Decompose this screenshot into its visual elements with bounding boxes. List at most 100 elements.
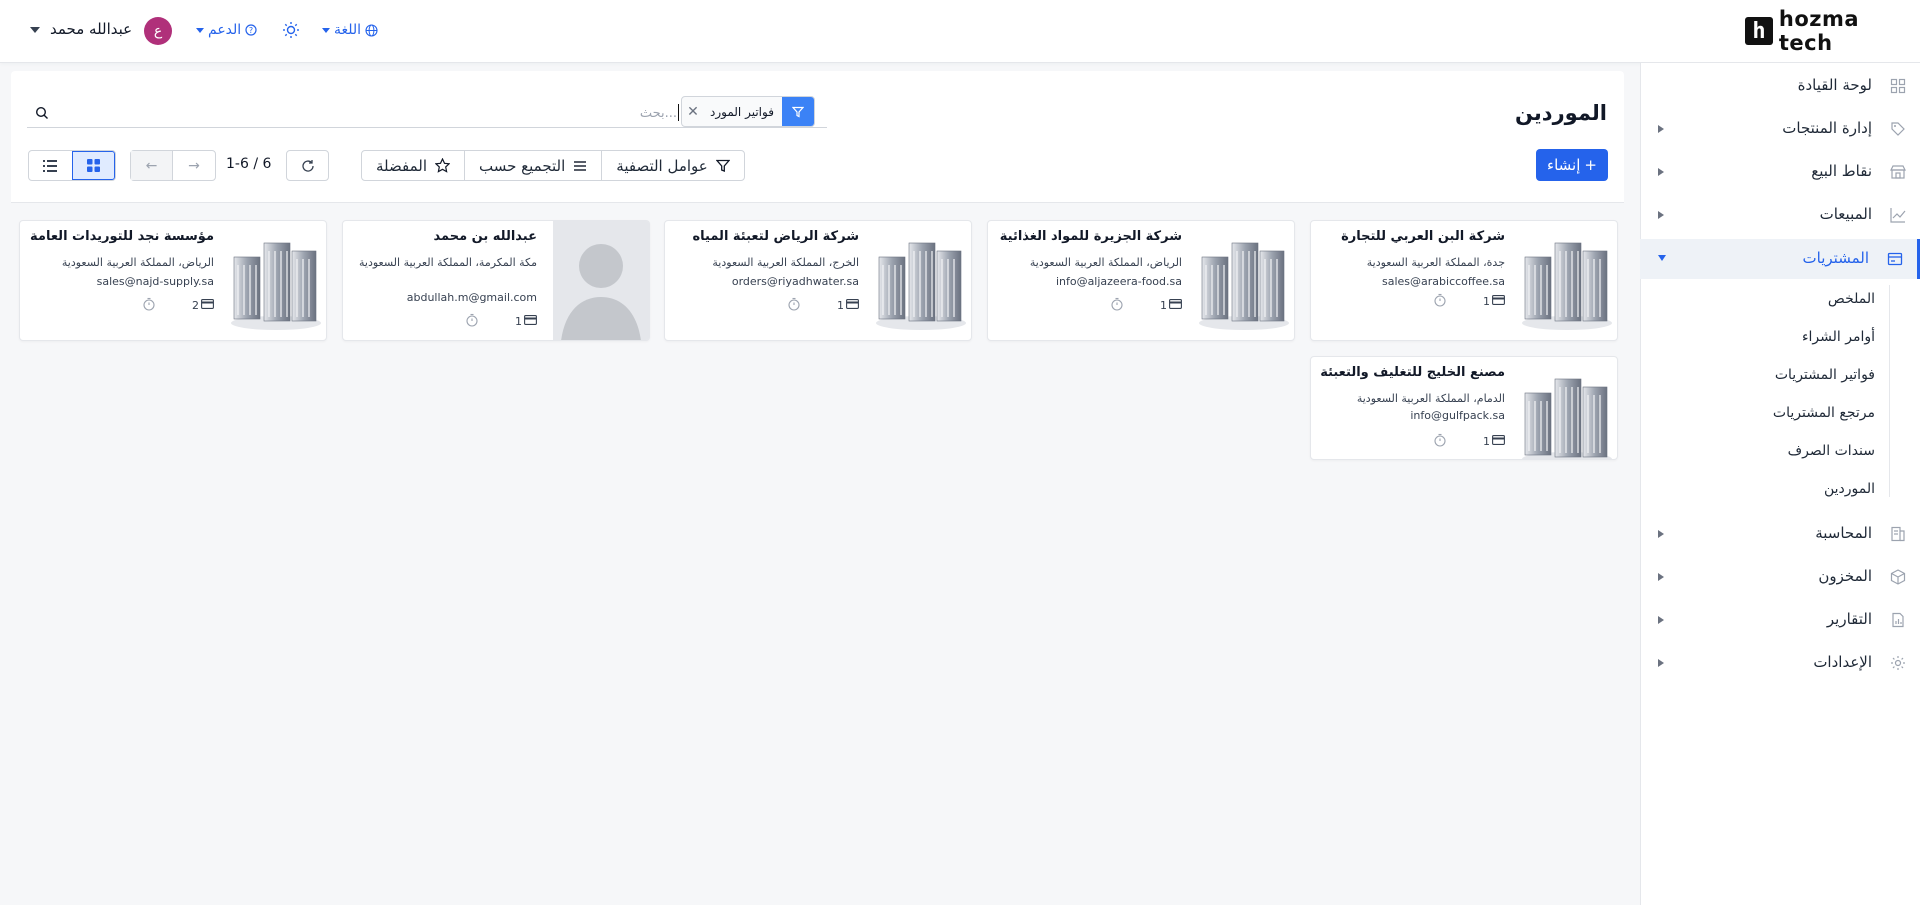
search-icon[interactable] xyxy=(35,106,49,120)
sidebar-item-inventory[interactable]: المخزون xyxy=(1640,558,1920,596)
sidebar-item-products[interactable]: إدارة المنتجات xyxy=(1640,110,1920,148)
clock-icon[interactable] xyxy=(787,297,801,314)
avatar[interactable]: ع xyxy=(144,17,172,45)
plus-icon: + xyxy=(1584,156,1597,174)
create-button[interactable]: + إنشاء xyxy=(1536,149,1608,181)
sidebar-item-reports[interactable]: التقارير xyxy=(1640,601,1920,639)
invoice-count[interactable]: 2 xyxy=(192,299,214,312)
group-by-button[interactable]: التجميع حسب xyxy=(464,151,601,180)
clock-icon[interactable] xyxy=(1433,293,1447,310)
clock-icon[interactable] xyxy=(142,297,156,314)
sidebar-item-label: المبيعات xyxy=(1819,205,1872,223)
logo-mark: h xyxy=(1745,17,1773,45)
invoice-count[interactable]: 1 xyxy=(515,315,537,328)
filters-button[interactable]: عوامل التصفية xyxy=(601,151,743,180)
refresh-button[interactable] xyxy=(286,150,329,181)
sidebar-item-accounting[interactable]: المحاسبة xyxy=(1640,515,1920,553)
logo[interactable]: h hozma tech xyxy=(1745,7,1920,55)
help-circle-icon: ? xyxy=(245,24,257,36)
dashboard-icon xyxy=(1890,78,1906,94)
expand-caret-icon xyxy=(1658,573,1664,581)
supplier-meta: 1 xyxy=(1433,433,1505,450)
invoice-count-value: 1 xyxy=(1483,435,1490,448)
filter-facet[interactable]: ✕ فواتير المورد xyxy=(681,96,815,127)
sidebar-item-dashboard[interactable]: لوحة القيادة xyxy=(1640,67,1920,105)
supplier-address: الخرج، المملكة العربية السعودية xyxy=(712,256,859,269)
company-building-image xyxy=(224,229,324,333)
supplier-email: abdullah.m@gmail.com xyxy=(406,291,537,304)
sun-icon[interactable] xyxy=(282,21,300,39)
supplier-address: مكة المكرمة، المملكة العربية السعودية xyxy=(359,256,537,269)
group-by-label: التجميع حسب xyxy=(479,156,566,175)
invoice-count-value: 1 xyxy=(1483,295,1490,308)
sidebar-subitem-payment-vouchers[interactable]: سندات الصرف xyxy=(1788,443,1875,459)
sidebar-subitem-purchase-orders[interactable]: أوامر الشراء xyxy=(1802,329,1875,345)
expand-caret-icon xyxy=(1658,659,1664,667)
control-panel: الموردين ✕ فواتير المورد + إنشاء عوامل ا… xyxy=(11,71,1624,203)
supplier-meta: 1 xyxy=(1433,293,1505,310)
supplier-email: orders@riyadhwater.sa xyxy=(731,275,859,288)
previous-page-button[interactable]: ← xyxy=(131,151,174,180)
supplier-name: شركة الجزيرة للمواد الغذائية xyxy=(999,229,1182,244)
remove-facet-icon[interactable]: ✕ xyxy=(682,104,704,120)
supplier-card[interactable]: شركة الرياض لتعبئة المياه الخرج، المملكة… xyxy=(664,220,972,341)
page-title: الموردين xyxy=(1515,101,1607,125)
sidebar-item-label: الإعدادات xyxy=(1813,653,1872,671)
list-view-button[interactable] xyxy=(29,151,72,180)
expand-caret-icon xyxy=(1658,125,1664,133)
sidebar-subitem-summary[interactable]: الملخص xyxy=(1828,291,1875,307)
supplier-meta: 1 xyxy=(1110,297,1182,314)
company-building-image xyxy=(1515,365,1615,459)
sidebar-item-purchases[interactable]: المشتريات xyxy=(1640,239,1920,279)
invoice-count[interactable]: 1 xyxy=(1160,299,1182,312)
user-name[interactable]: عبدالله محمد xyxy=(50,20,132,38)
sidebar-item-pos[interactable]: نقاط البيع xyxy=(1640,153,1920,191)
globe-icon xyxy=(365,23,378,37)
star-icon xyxy=(435,158,451,173)
clock-icon[interactable] xyxy=(1433,433,1447,450)
store-icon xyxy=(1890,165,1906,179)
next-page-button[interactable]: → xyxy=(173,151,215,180)
supplier-card[interactable]: مؤسسة نجد للتوريدات العامة الرياض، الممل… xyxy=(19,220,327,341)
support-caret-icon xyxy=(196,27,204,33)
logo-text: hozma tech xyxy=(1778,7,1860,55)
sidebar-subitem-purchase-invoices[interactable]: فواتير المشتريات xyxy=(1775,367,1875,383)
invoice-count[interactable]: 1 xyxy=(1483,295,1505,308)
sidebar-subitem-purchase-returns[interactable]: مرتجع المشتريات xyxy=(1773,405,1875,421)
supplier-card[interactable]: عبدالله بن محمد مكة المكرمة، المملكة الع… xyxy=(342,220,650,341)
sidebar-item-settings[interactable]: الإعدادات xyxy=(1640,644,1920,682)
expand-caret-icon xyxy=(1658,168,1664,176)
svg-text:?: ? xyxy=(249,26,253,35)
user-menu-caret-icon[interactable] xyxy=(30,27,40,33)
language-menu[interactable]: اللغة xyxy=(322,22,378,38)
create-label: إنشاء xyxy=(1547,156,1581,174)
clock-icon[interactable] xyxy=(465,313,479,330)
list-view-icon xyxy=(43,159,58,172)
company-building-image xyxy=(1515,229,1615,333)
sidebar-item-label: المشتريات xyxy=(1802,249,1869,267)
search-input[interactable] xyxy=(327,102,677,124)
person-avatar-image xyxy=(553,221,649,340)
support-menu[interactable]: الدعم ? xyxy=(196,22,257,38)
supplier-meta: 1 xyxy=(787,297,859,314)
company-building-image xyxy=(1192,229,1292,333)
top-bar: عبدالله محمد ع الدعم ? اللغة h hozma tec… xyxy=(0,0,1920,63)
supplier-card[interactable]: مصنع الخليج للتغليف والتعبئة الدمام، الم… xyxy=(1310,356,1618,460)
grid-view-icon xyxy=(86,159,100,172)
supplier-email: sales@arabiccoffee.sa xyxy=(1382,275,1505,288)
invoice-count[interactable]: 1 xyxy=(1483,435,1505,448)
invoice-count-value: 2 xyxy=(192,299,199,312)
invoice-count[interactable]: 1 xyxy=(837,299,859,312)
arrow-right-icon: → xyxy=(188,157,200,174)
kanban-view-button[interactable] xyxy=(71,151,115,180)
sidebar-item-sales[interactable]: المبيعات xyxy=(1640,196,1920,234)
supplier-card[interactable]: شركة البن العربي للتجارة جدة، المملكة ال… xyxy=(1310,220,1618,341)
pager-value[interactable]: 1-6 / 6 xyxy=(226,156,271,172)
supplier-address: الرياض، المملكة العربية السعودية xyxy=(1029,256,1182,269)
credit-card-icon xyxy=(1492,295,1505,308)
filters-label: عوامل التصفية xyxy=(616,156,708,175)
sidebar-subitem-suppliers[interactable]: الموردين xyxy=(1824,481,1875,497)
supplier-card[interactable]: شركة الجزيرة للمواد الغذائية الرياض، الم… xyxy=(987,220,1295,341)
clock-icon[interactable] xyxy=(1110,297,1124,314)
favorites-button[interactable]: المفضلة xyxy=(362,151,464,180)
